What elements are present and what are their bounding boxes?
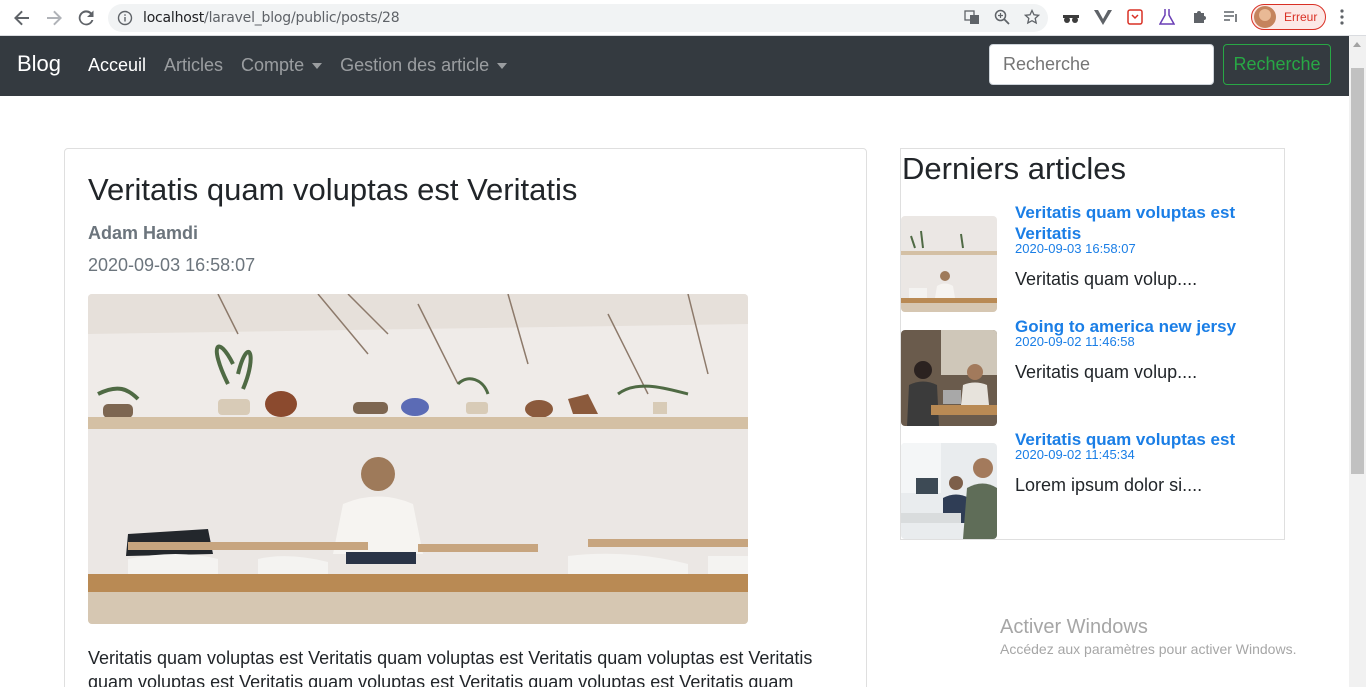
list-item: Going to america new jersy 2020-09-02 11… xyxy=(901,317,1284,426)
avatar xyxy=(1254,6,1276,28)
zoom-icon[interactable] xyxy=(994,9,1010,30)
article-date: 2020-09-03 16:58:07 xyxy=(1015,241,1136,256)
reload-icon[interactable] xyxy=(74,6,98,30)
brand-link[interactable]: Blog xyxy=(17,51,61,77)
scroll-thumb[interactable] xyxy=(1351,68,1364,474)
nav-links: Acceuil Articles Compte Gestion des arti… xyxy=(88,55,525,76)
article-thumbnail[interactable] xyxy=(901,216,997,312)
url-text: localhost/laravel_blog/public/posts/28 xyxy=(143,10,400,26)
post-date: 2020-09-03 16:58:07 xyxy=(88,255,256,275)
search-input[interactable] xyxy=(989,44,1214,85)
flask-extension-icon[interactable] xyxy=(1156,6,1178,28)
post-body: Veritatis quam voluptas est Veritatis qu… xyxy=(88,648,813,687)
incognito-extension-icon[interactable] xyxy=(1060,6,1082,28)
post-title: Veritatis quam voluptas est Veritatis xyxy=(88,172,578,207)
list-item: Veritatis quam voluptas est 2020-09-02 1… xyxy=(901,430,1284,539)
post-author: Adam Hamdi xyxy=(88,223,199,243)
article-thumbnail[interactable] xyxy=(901,443,997,539)
address-bar[interactable]: localhost/laravel_blog/public/posts/28 xyxy=(108,4,1048,32)
article-thumbnail[interactable] xyxy=(901,330,997,426)
scroll-up-icon[interactable] xyxy=(1353,42,1361,47)
url-host: localhost xyxy=(143,10,205,26)
vue-devtools-icon[interactable] xyxy=(1092,6,1114,28)
article-excerpt: Lorem ipsum dolor si.... xyxy=(1015,475,1203,495)
caret-down-icon xyxy=(312,62,323,69)
puzzle-extensions-icon[interactable] xyxy=(1188,6,1210,28)
forward-icon[interactable] xyxy=(42,6,66,30)
list-item: Veritatis quam voluptas est Veritatis 20… xyxy=(901,203,1284,312)
post-card: Veritatis quam voluptas est Veritatis Ad… xyxy=(64,148,867,687)
nav-link-articles[interactable]: Articles xyxy=(164,55,223,76)
article-link[interactable]: Veritatis quam voluptas est Veritatis xyxy=(1015,202,1265,244)
nav-link-label: Articles xyxy=(164,55,224,75)
profile-status: Erreur xyxy=(1284,10,1318,24)
media-queue-icon[interactable] xyxy=(1220,6,1242,28)
windows-watermark-subtitle: Accédez aux paramètres pour activer Wind… xyxy=(1000,641,1297,657)
article-date: 2020-09-02 11:45:34 xyxy=(1015,447,1135,462)
article-date: 2020-09-02 11:46:58 xyxy=(1015,334,1135,349)
nav-dropdown-compte[interactable]: Compte xyxy=(241,55,323,76)
back-icon[interactable] xyxy=(10,6,34,30)
caret-down-icon xyxy=(497,62,508,69)
url-path: /laravel_blog/public/posts/28 xyxy=(204,10,400,26)
page-scrollbar[interactable] xyxy=(1349,36,1366,687)
windows-watermark-title: Activer Windows xyxy=(1000,616,1148,638)
nav-link-label: Compte xyxy=(241,55,305,75)
sidebar-title: Derniers articles xyxy=(902,151,1126,186)
profile-button[interactable]: Erreur xyxy=(1251,4,1326,30)
search-button[interactable]: Recherche xyxy=(1223,44,1331,85)
article-excerpt: Veritatis quam volup.... xyxy=(1015,362,1198,382)
browser-toolbar: localhost/laravel_blog/public/posts/28 E… xyxy=(0,0,1366,36)
nav-link-label: Acceuil xyxy=(88,55,147,75)
bookmark-star-icon[interactable] xyxy=(1023,8,1041,30)
nav-link-acceuil[interactable]: Acceuil xyxy=(88,55,146,76)
nav-dropdown-gestion[interactable]: Gestion des article xyxy=(340,55,508,76)
pocket-extension-icon[interactable] xyxy=(1124,6,1146,28)
nav-link-label: Gestion des article xyxy=(340,55,490,75)
translate-icon[interactable] xyxy=(964,9,980,30)
more-menu-icon[interactable] xyxy=(1340,9,1344,30)
site-navbar: Blog Acceuil Articles Compte Gestion des… xyxy=(0,36,1349,96)
latest-articles-sidebar: Derniers articles Veritatis quam volupta… xyxy=(900,148,1285,540)
info-icon[interactable] xyxy=(117,10,133,26)
post-image xyxy=(88,294,748,624)
article-excerpt: Veritatis quam volup.... xyxy=(1015,269,1198,289)
